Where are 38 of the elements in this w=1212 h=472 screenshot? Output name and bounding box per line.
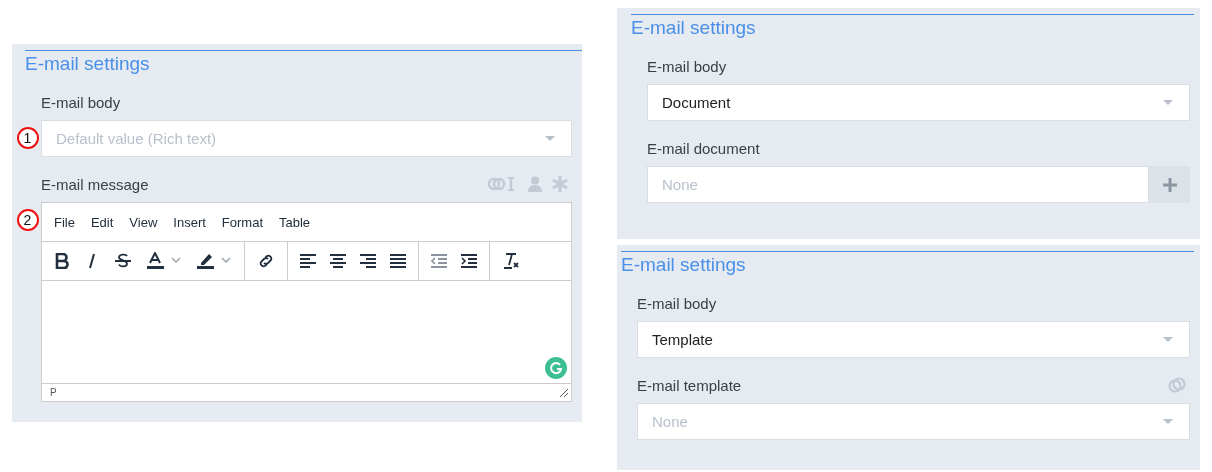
field-label: E-mail document xyxy=(647,139,760,157)
align-right-icon[interactable] xyxy=(360,254,376,268)
callout-number: 2 xyxy=(16,209,39,231)
field-label: E-mail template xyxy=(637,376,742,394)
clear-format-icon[interactable] xyxy=(502,252,520,270)
text-color-icon[interactable] xyxy=(146,252,182,270)
caret-icon xyxy=(545,136,555,141)
section-title: E-mail settings xyxy=(631,14,1194,39)
callout-number: 1 xyxy=(16,127,39,149)
dropdown[interactable]: Document xyxy=(647,84,1190,121)
section-title: E-mail settings xyxy=(621,251,1194,276)
bold-icon[interactable] xyxy=(54,253,70,269)
menu-item[interactable]: Table xyxy=(279,214,311,230)
menu-item[interactable]: Format xyxy=(221,214,263,230)
plus-icon xyxy=(1162,177,1177,192)
menu-item[interactable]: View xyxy=(129,214,158,230)
justify-icon[interactable] xyxy=(390,254,406,268)
section-title: E-mail settings xyxy=(25,50,582,75)
element-path: P xyxy=(50,387,57,398)
menu-item[interactable]: Insert xyxy=(173,214,206,230)
caret-icon xyxy=(1163,100,1173,105)
link-icon[interactable] xyxy=(257,252,275,270)
indent-icon[interactable] xyxy=(461,254,477,268)
resize-handle-icon[interactable] xyxy=(559,388,568,397)
field-label: E-mail body xyxy=(41,93,121,111)
align-left-icon[interactable] xyxy=(300,254,316,268)
field-label: E-mail body xyxy=(637,294,717,312)
outdent-icon[interactable] xyxy=(431,254,447,268)
menu-item[interactable]: Edit xyxy=(90,214,114,230)
highlight-icon[interactable] xyxy=(196,252,232,270)
dropdown[interactable]: Template xyxy=(637,321,1190,358)
strike-icon[interactable] xyxy=(114,253,132,269)
menu-item[interactable]: File xyxy=(54,214,75,230)
caret-icon xyxy=(1163,337,1173,342)
field-label: E-mail body xyxy=(647,57,727,75)
align-center-icon[interactable] xyxy=(330,254,346,268)
caret-icon xyxy=(1163,419,1173,424)
field-label: E-mail message xyxy=(41,175,149,193)
